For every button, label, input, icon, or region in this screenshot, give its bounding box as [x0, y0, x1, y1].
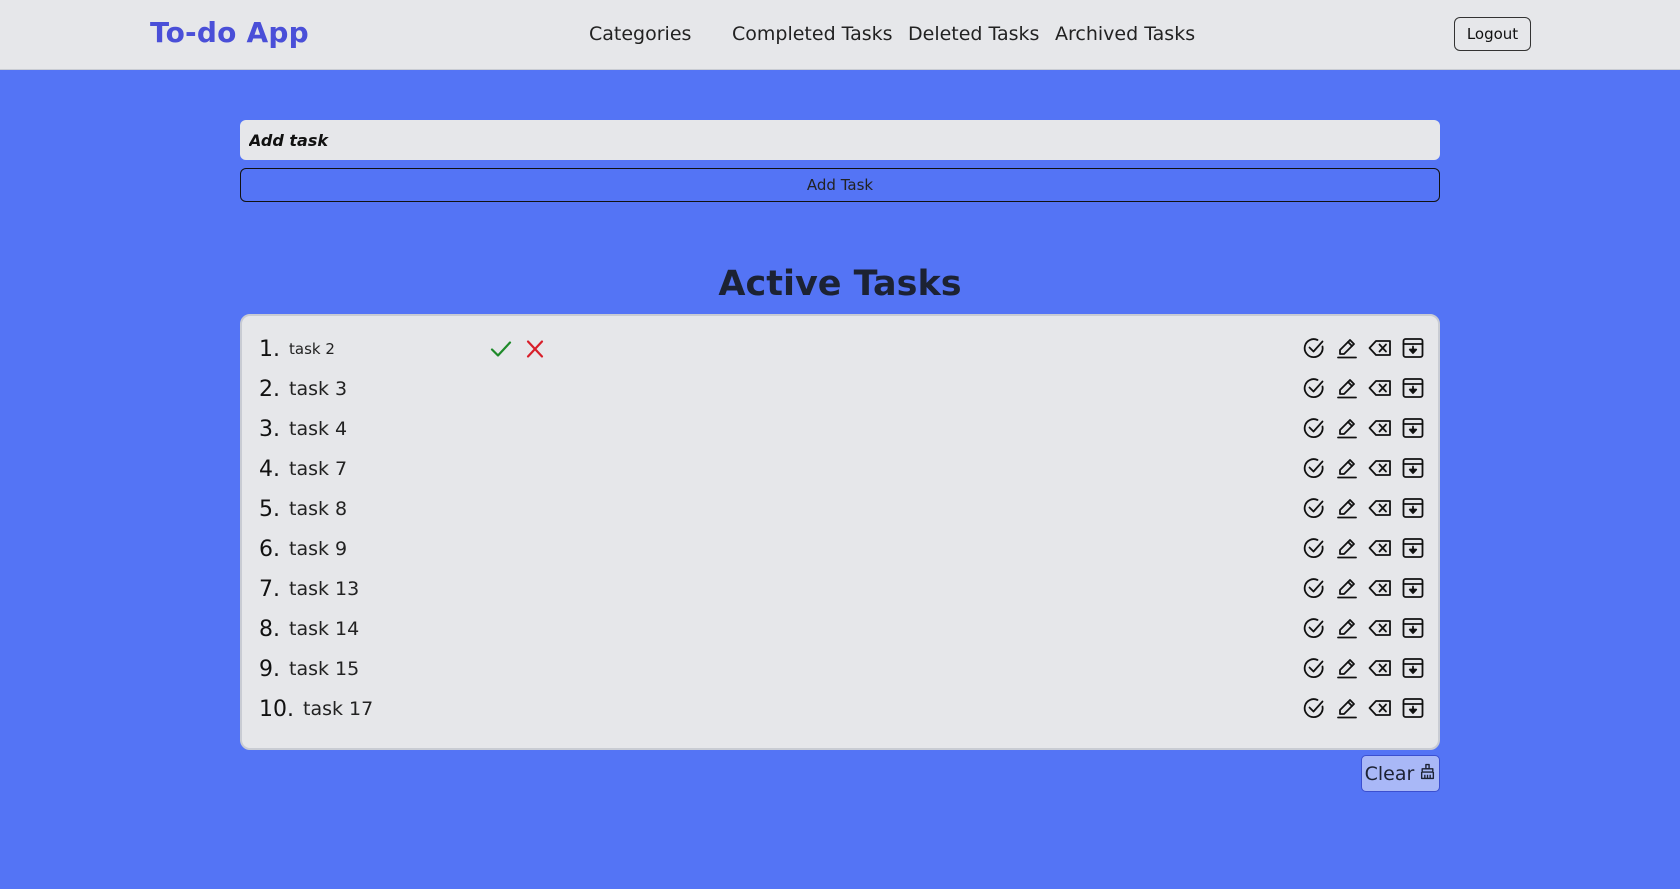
task-number: 2.	[259, 376, 280, 402]
task-row: 1. task 2	[259, 331, 1425, 367]
edit-confirm-group	[489, 337, 547, 361]
check-circle-icon[interactable]	[1302, 376, 1326, 400]
pencil-icon[interactable]	[1335, 616, 1359, 640]
task-text: task 9	[289, 538, 348, 560]
task-text: task 3	[289, 378, 348, 400]
pencil-icon[interactable]	[1335, 696, 1359, 720]
task-text: task 14	[289, 618, 360, 640]
task-actions	[1302, 576, 1425, 600]
check-circle-icon[interactable]	[1302, 696, 1326, 720]
task-actions	[1302, 696, 1425, 720]
task-actions	[1302, 656, 1425, 680]
task-actions	[1302, 416, 1425, 440]
task-row: 4. task 7	[259, 451, 1425, 487]
task-number: 8.	[259, 616, 280, 642]
archive-icon[interactable]	[1401, 656, 1425, 680]
task-number: 1.	[259, 336, 280, 362]
add-task-button[interactable]: Add Task	[240, 168, 1440, 202]
task-row: 10. task 17	[259, 691, 1425, 727]
pencil-icon[interactable]	[1335, 336, 1359, 360]
check-circle-icon[interactable]	[1302, 656, 1326, 680]
check-circle-icon[interactable]	[1302, 576, 1326, 600]
check-circle-icon[interactable]	[1302, 416, 1326, 440]
x-mark-icon[interactable]	[523, 337, 547, 361]
task-actions	[1302, 456, 1425, 480]
task-row: 6. task 9	[259, 531, 1425, 567]
task-number: 5.	[259, 496, 280, 522]
check-circle-icon[interactable]	[1302, 496, 1326, 520]
navbar: To-do App Categories Completed Tasks Del…	[0, 0, 1680, 70]
task-number: 9.	[259, 656, 280, 682]
pencil-icon[interactable]	[1335, 656, 1359, 680]
archive-icon[interactable]	[1401, 616, 1425, 640]
pencil-icon[interactable]	[1335, 536, 1359, 560]
backspace-icon[interactable]	[1368, 576, 1392, 600]
app-brand[interactable]: To-do App	[150, 16, 309, 49]
backspace-icon[interactable]	[1368, 616, 1392, 640]
task-text: task 7	[289, 458, 348, 480]
task-number: 7.	[259, 576, 280, 602]
backspace-icon[interactable]	[1368, 656, 1392, 680]
archive-icon[interactable]	[1401, 416, 1425, 440]
backspace-icon[interactable]	[1368, 416, 1392, 440]
task-actions	[1302, 496, 1425, 520]
task-text: task 17	[303, 698, 374, 720]
task-actions	[1302, 536, 1425, 560]
archive-icon[interactable]	[1401, 576, 1425, 600]
task-row: 2. task 3	[259, 371, 1425, 407]
pencil-icon[interactable]	[1335, 496, 1359, 520]
task-row: 3. task 4	[259, 411, 1425, 447]
check-circle-icon[interactable]	[1302, 336, 1326, 360]
clear-label: Clear	[1364, 762, 1415, 785]
archive-icon[interactable]	[1401, 536, 1425, 560]
backspace-icon[interactable]	[1368, 496, 1392, 520]
nav-link-archived-tasks[interactable]: Archived Tasks	[1055, 23, 1195, 45]
task-text[interactable]: task 2	[289, 340, 335, 358]
task-actions	[1302, 616, 1425, 640]
backspace-icon[interactable]	[1368, 536, 1392, 560]
nav-link-completed-tasks[interactable]: Completed Tasks	[732, 23, 893, 45]
task-number: 3.	[259, 416, 280, 442]
task-row: 7. task 13	[259, 571, 1425, 607]
backspace-icon[interactable]	[1368, 456, 1392, 480]
task-text: task 8	[289, 498, 348, 520]
task-text: task 15	[289, 658, 360, 680]
archive-icon[interactable]	[1401, 336, 1425, 360]
task-row: 9. task 15	[259, 651, 1425, 687]
pencil-icon[interactable]	[1335, 576, 1359, 600]
checkmark-icon[interactable]	[489, 337, 513, 361]
backspace-icon[interactable]	[1368, 336, 1392, 360]
nav-link-deleted-tasks[interactable]: Deleted Tasks	[908, 23, 1039, 45]
task-actions	[1302, 376, 1425, 400]
pencil-icon[interactable]	[1335, 416, 1359, 440]
backspace-icon[interactable]	[1368, 376, 1392, 400]
archive-icon[interactable]	[1401, 456, 1425, 480]
backspace-icon[interactable]	[1368, 696, 1392, 720]
check-circle-icon[interactable]	[1302, 536, 1326, 560]
broom-icon	[1419, 763, 1436, 785]
task-row: 5. task 8	[259, 491, 1425, 527]
task-row: 8. task 14	[259, 611, 1425, 647]
pencil-icon[interactable]	[1335, 376, 1359, 400]
task-list: 1. task 2 2. task 3 3. task 4 4. task 7 5. task 8…	[240, 314, 1440, 750]
nav-link-categories[interactable]: Categories	[589, 23, 691, 45]
check-circle-icon[interactable]	[1302, 616, 1326, 640]
section-title: Active Tasks	[718, 264, 962, 304]
task-text: task 13	[289, 578, 360, 600]
pencil-icon[interactable]	[1335, 456, 1359, 480]
task-actions	[1302, 336, 1425, 360]
task-number: 4.	[259, 456, 280, 482]
add-task-input[interactable]	[240, 120, 1440, 160]
clear-button[interactable]: Clear	[1361, 755, 1440, 792]
archive-icon[interactable]	[1401, 376, 1425, 400]
logout-button[interactable]: Logout	[1454, 17, 1531, 51]
task-text: task 4	[289, 418, 348, 440]
archive-icon[interactable]	[1401, 696, 1425, 720]
task-number: 10.	[259, 696, 294, 722]
check-circle-icon[interactable]	[1302, 456, 1326, 480]
archive-icon[interactable]	[1401, 496, 1425, 520]
task-number: 6.	[259, 536, 280, 562]
